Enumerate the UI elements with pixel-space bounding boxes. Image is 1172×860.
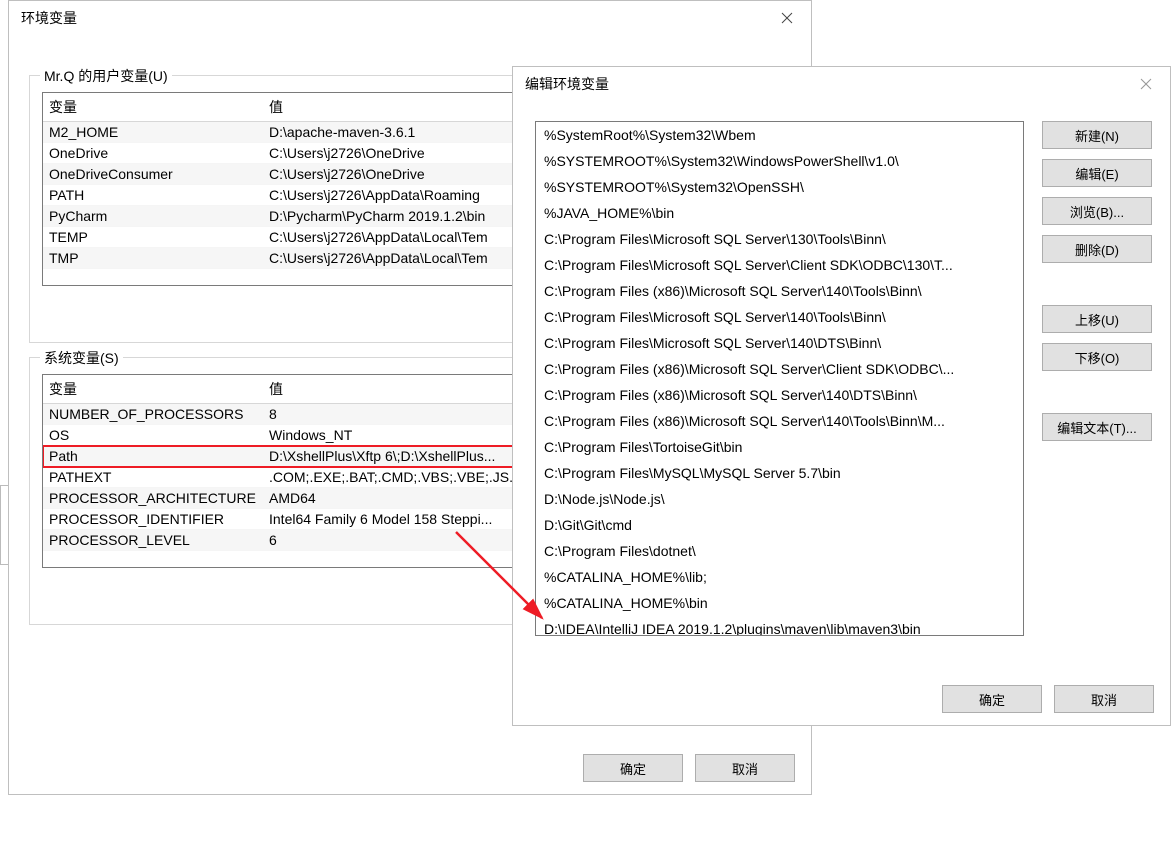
path-edittext-button[interactable]: 编辑文本(T)... (1042, 413, 1152, 441)
list-item[interactable]: C:\Program Files (x86)\Microsoft SQL Ser… (536, 408, 1023, 434)
path-list-container[interactable]: %SystemRoot%\System32\Wbem%SYSTEMROOT%\S… (535, 121, 1024, 636)
edit-cancel-button[interactable]: 取消 (1054, 685, 1154, 713)
edit-ok-button[interactable]: 确定 (942, 685, 1042, 713)
user-vars-legend: Mr.Q 的用户变量(U) (40, 66, 172, 86)
list-item[interactable]: %CATALINA_HOME%\lib; (536, 564, 1023, 590)
cell-var: PROCESSOR_LEVEL (43, 530, 263, 551)
close-icon[interactable] (1128, 69, 1164, 99)
path-edit-button[interactable]: 编辑(E) (1042, 159, 1152, 187)
cell-var: TMP (43, 248, 263, 269)
list-item[interactable]: %SYSTEMROOT%\System32\WindowsPowerShell\… (536, 148, 1023, 174)
cell-var: OS (43, 425, 263, 446)
cell-var: PATHEXT (43, 467, 263, 488)
list-item[interactable]: %SYSTEMROOT%\System32\OpenSSH\ (536, 174, 1023, 200)
cell-var: OneDriveConsumer (43, 164, 263, 185)
cell-var: TEMP (43, 227, 263, 248)
cell-var: PATH (43, 185, 263, 206)
list-item[interactable]: C:\Program Files (x86)\Microsoft SQL Ser… (536, 382, 1023, 408)
path-up-button[interactable]: 上移(U) (1042, 305, 1152, 333)
path-browse-button[interactable]: 浏览(B)... (1042, 197, 1152, 225)
col-header-var[interactable]: 变量 (43, 93, 263, 122)
env-title: 环境变量 (21, 8, 77, 28)
list-item[interactable]: C:\Program Files\TortoiseGit\bin (536, 434, 1023, 460)
list-item[interactable]: C:\Program Files\Microsoft SQL Server\14… (536, 304, 1023, 330)
cell-var: M2_HOME (43, 122, 263, 143)
cell-var: NUMBER_OF_PROCESSORS (43, 404, 263, 425)
cell-var: PyCharm (43, 206, 263, 227)
edit-titlebar: 编辑环境变量 (513, 67, 1170, 101)
list-item[interactable]: D:\Git\Git\cmd (536, 512, 1023, 538)
list-item[interactable]: %SystemRoot%\System32\Wbem (536, 122, 1023, 148)
list-item[interactable]: D:\IDEA\IntelliJ IDEA 2019.1.2\plugins\m… (536, 616, 1023, 635)
cell-var: PROCESSOR_ARCHITECTURE (43, 488, 263, 509)
close-icon[interactable] (769, 3, 805, 33)
edit-body: %SystemRoot%\System32\Wbem%SYSTEMROOT%\S… (513, 101, 1170, 658)
edit-okcancel: 确定 取消 (942, 685, 1154, 713)
list-item[interactable]: C:\Program Files (x86)\Microsoft SQL Ser… (536, 356, 1023, 382)
path-delete-button[interactable]: 删除(D) (1042, 235, 1152, 263)
path-down-button[interactable]: 下移(O) (1042, 343, 1152, 371)
list-item[interactable]: C:\Program Files\dotnet\ (536, 538, 1023, 564)
edit-env-window: 编辑环境变量 %SystemRoot%\System32\Wbem%SYSTEM… (512, 66, 1171, 726)
path-new-button[interactable]: 新建(N) (1042, 121, 1152, 149)
env-okcancel: 确定 取消 (583, 754, 795, 782)
path-list[interactable]: %SystemRoot%\System32\Wbem%SYSTEMROOT%\S… (536, 122, 1023, 635)
list-item[interactable]: D:\Node.js\Node.js\ (536, 486, 1023, 512)
cell-var: OneDrive (43, 143, 263, 164)
list-item[interactable]: %CATALINA_HOME%\bin (536, 590, 1023, 616)
list-item[interactable]: C:\Program Files\MySQL\MySQL Server 5.7\… (536, 460, 1023, 486)
cell-var: PROCESSOR_IDENTIFIER (43, 509, 263, 530)
list-item[interactable]: C:\Program Files\Microsoft SQL Server\14… (536, 330, 1023, 356)
list-item[interactable]: C:\Program Files\Microsoft SQL Server\Cl… (536, 252, 1023, 278)
env-ok-button[interactable]: 确定 (583, 754, 683, 782)
list-item[interactable]: C:\Program Files\Microsoft SQL Server\13… (536, 226, 1023, 252)
list-item[interactable]: C:\Program Files (x86)\Microsoft SQL Ser… (536, 278, 1023, 304)
sys-vars-legend: 系统变量(S) (40, 348, 123, 368)
edit-side-buttons: 新建(N) 编辑(E) 浏览(B)... 删除(D) 上移(U) 下移(O) 编… (1042, 121, 1152, 636)
cell-var: Path (43, 446, 263, 467)
env-cancel-button[interactable]: 取消 (695, 754, 795, 782)
edit-title: 编辑环境变量 (525, 74, 609, 94)
col-header-var[interactable]: 变量 (43, 375, 263, 404)
env-titlebar: 环境变量 (9, 1, 811, 35)
list-item[interactable]: %JAVA_HOME%\bin (536, 200, 1023, 226)
